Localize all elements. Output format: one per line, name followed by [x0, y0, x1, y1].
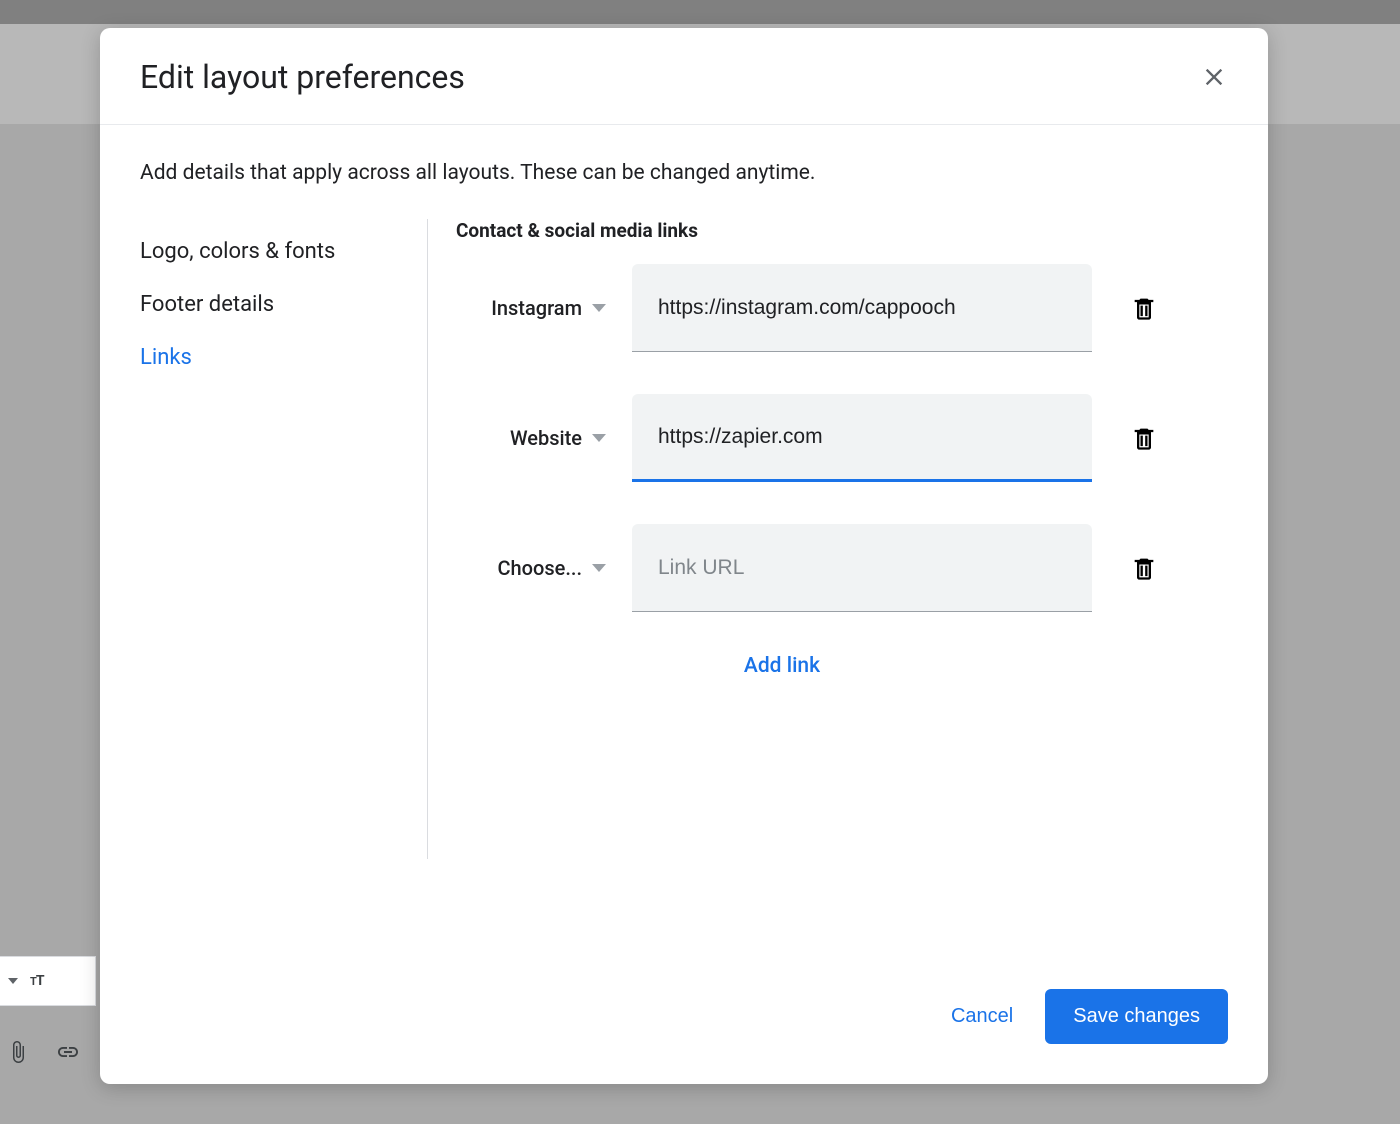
trash-icon[interactable]: [1130, 554, 1158, 582]
main-panel: Contact & social media links Instagram W…: [428, 219, 1228, 859]
backdrop-top-bar: [0, 0, 1400, 24]
section-title: Contact & social media links: [456, 219, 1228, 242]
sidebar-item-footer-details[interactable]: Footer details: [140, 278, 427, 331]
dialog-intro: Add details that apply across all layout…: [140, 161, 1228, 185]
sidebar-item-logo-colors-fonts[interactable]: Logo, colors & fonts: [140, 225, 427, 278]
dialog-header: Edit layout preferences: [100, 28, 1268, 125]
trash-icon[interactable]: [1130, 424, 1158, 452]
link-type-label: Instagram: [491, 296, 582, 320]
font-size-toolbar[interactable]: TT: [0, 956, 96, 1006]
link-type-select[interactable]: Instagram: [456, 296, 612, 320]
edit-layout-preferences-dialog: Edit layout preferences Add details that…: [100, 28, 1268, 1084]
attachment-icon[interactable]: [6, 1040, 30, 1064]
content-row: Logo, colors & fonts Footer details Link…: [140, 219, 1228, 859]
link-url-input[interactable]: [632, 264, 1092, 352]
cancel-button[interactable]: Cancel: [951, 1005, 1013, 1028]
dialog-title: Edit layout preferences: [140, 58, 465, 96]
link-type-label: Website: [510, 426, 582, 450]
link-type-label: Choose...: [497, 556, 582, 580]
link-row-instagram: Instagram: [456, 264, 1228, 352]
link-type-select[interactable]: Choose...: [456, 556, 612, 580]
caret-down-icon: [592, 304, 606, 312]
sidebar: Logo, colors & fonts Footer details Link…: [140, 219, 428, 859]
link-type-select[interactable]: Website: [456, 426, 612, 450]
caret-down-icon: [592, 434, 606, 442]
save-changes-button[interactable]: Save changes: [1045, 989, 1228, 1044]
dialog-footer: Cancel Save changes: [100, 965, 1268, 1084]
trash-icon[interactable]: [1130, 294, 1158, 322]
dialog-body: Add details that apply across all layout…: [100, 125, 1268, 965]
link-url-input[interactable]: [632, 524, 1092, 612]
link-icon[interactable]: [56, 1040, 80, 1064]
caret-down-icon: [592, 564, 606, 572]
sidebar-item-links[interactable]: Links: [140, 331, 427, 384]
add-link-button[interactable]: Add link: [456, 654, 1108, 678]
close-icon[interactable]: [1200, 63, 1228, 91]
link-url-input[interactable]: [632, 394, 1092, 482]
link-row-choose: Choose...: [456, 524, 1228, 612]
text-size-icon[interactable]: TT: [30, 973, 44, 989]
link-row-website: Website: [456, 394, 1228, 482]
caret-down-icon[interactable]: [8, 978, 18, 984]
